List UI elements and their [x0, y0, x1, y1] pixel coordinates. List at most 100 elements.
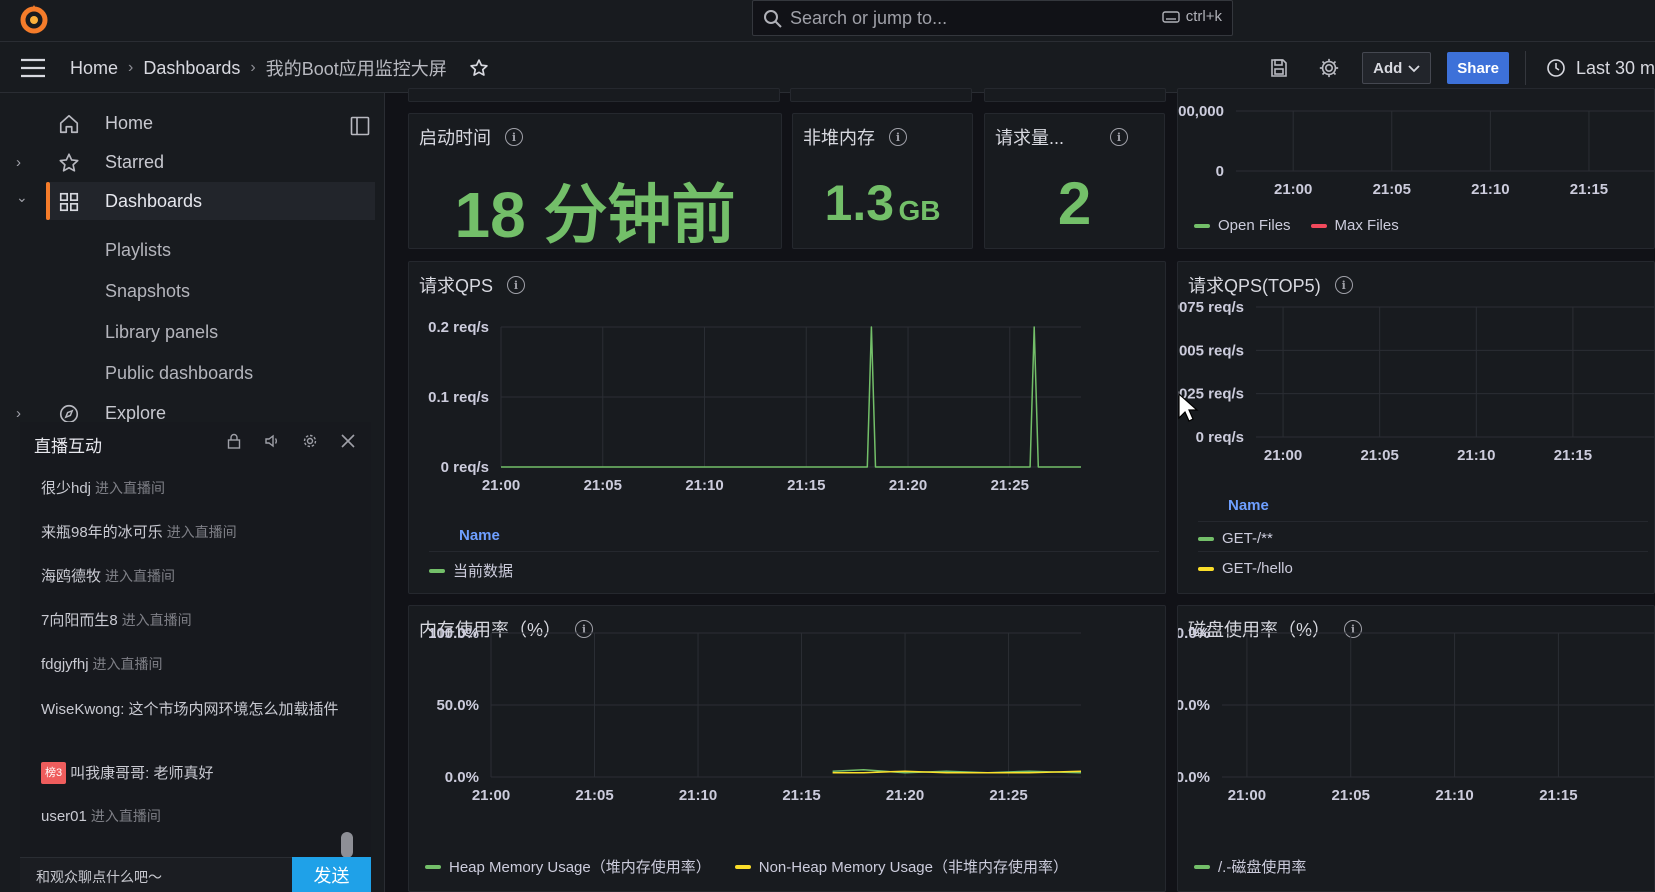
home-icon — [58, 113, 80, 140]
breadcrumb-home[interactable]: Home — [70, 58, 118, 79]
panel-open-files[interactable]: 500,000 0 21:00 21:05 21:10 21:15 Open Files … — [1177, 88, 1655, 249]
chat-input[interactable]: 和观众聊点什么吧～ — [20, 857, 292, 892]
breadcrumb-current-dashboard: 我的Boot应用监控大屏 — [265, 59, 447, 79]
time-range-label: Last 30 m — [1576, 57, 1655, 78]
chat-input-placeholder: 和观众聊点什么吧～ — [36, 869, 162, 885]
panel-nonheap-memory[interactable]: 非堆内存 i 1.3 GB — [792, 113, 973, 249]
time-range-picker[interactable]: Last 30 m — [1525, 51, 1655, 85]
panel-request-count[interactable]: 请求量... i 2 — [984, 113, 1165, 249]
legend-item[interactable]: Open Files — [1194, 217, 1291, 234]
save-icon[interactable] — [1262, 51, 1296, 85]
panel-partial — [984, 88, 1166, 102]
sidebar-item-starred[interactable]: › Starred — [0, 143, 375, 181]
legend-item[interactable]: GET-/hello — [1198, 551, 1648, 577]
panel-title-text: 非堆内存 — [803, 128, 875, 148]
toolbar: Add Share Last 30 m — [1262, 51, 1655, 85]
search-icon — [763, 9, 783, 34]
add-button[interactable]: Add — [1362, 52, 1432, 84]
x-tick-label: 21:20 — [889, 477, 927, 494]
panel-request-qps-top5[interactable]: 请求QPS(TOP5) i 0.0075 req/s0.005 req/s0.0… — [1177, 261, 1655, 594]
search-bar[interactable]: Search or jump to... ctrl+k — [752, 0, 1233, 36]
info-icon[interactable]: i — [1110, 128, 1129, 146]
qps-chart: 0.2 req/s 0.1 req/s 0 req/s21:00 21:05 21:10… — [428, 319, 1081, 494]
grafana-logo-icon[interactable] — [18, 3, 50, 35]
legend-item[interactable]: GET-/** — [1198, 521, 1648, 547]
panel-title: 请求量... i — [995, 124, 1129, 150]
x-tick-label: 21:00 — [1274, 181, 1312, 198]
chat-username: 来瓶98年的冰可乐 — [41, 524, 163, 541]
chat-message: 榜3 叫我康哥哥: 老师真好 — [41, 762, 341, 784]
legend-header[interactable]: Name — [1228, 497, 1269, 514]
chat-header: 直播互动 — [20, 422, 371, 462]
send-button[interactable]: 发送 — [292, 857, 371, 892]
chat-message: fdgjyfhj 进入直播间 — [41, 654, 341, 675]
legend-swatch — [1198, 536, 1214, 541]
chat-scrollbar[interactable] — [341, 832, 353, 858]
sidebar-subitem-public-dashboards[interactable]: Public dashboards — [105, 363, 253, 384]
legend-swatch — [1310, 223, 1327, 228]
star-icon[interactable] — [469, 58, 489, 78]
legend-swatch — [1194, 223, 1210, 228]
legend-item[interactable]: 当前数据 — [429, 551, 1159, 581]
chart-legend: Open Files Max Files — [1194, 217, 1399, 234]
legend-item[interactable]: Max Files — [1310, 217, 1399, 234]
legend-label: Heap Memory Usage（堆内存使用率） — [449, 859, 711, 876]
x-tick-label: 21:00 — [1228, 787, 1266, 804]
panel-disk-usage[interactable]: 磁盘使用率（%） i 100.0%50.0%0.0%21:0021:0521:1… — [1177, 605, 1655, 892]
panel-request-qps[interactable]: 请求QPS i 0.2 req/s 0.1 req/s 0 req/s 21:00 21… — [408, 261, 1166, 594]
lock-icon[interactable] — [225, 432, 243, 450]
chat-title: 直播互动 — [34, 437, 102, 456]
panel-memory-usage[interactable]: 内存使用率（%） i 100.0% 50.0% 0.0% 21:00 21:05 21:1… — [408, 605, 1166, 892]
sidebar-item-home[interactable]: Home — [0, 104, 375, 142]
info-icon[interactable]: i — [505, 128, 523, 146]
search-placeholder: Search or jump to... — [790, 8, 948, 28]
settings-gear-icon[interactable] — [1312, 51, 1346, 85]
x-tick-label: 21:15 — [1554, 447, 1592, 464]
x-tick-label: 21:05 — [575, 787, 613, 804]
y-tick-label: 0.0% — [445, 769, 479, 786]
legend-swatch — [429, 568, 445, 573]
stat-number: 1.3 — [824, 175, 895, 231]
legend-label: GET-/** — [1222, 530, 1273, 547]
y-tick-label: 50.0% — [1178, 697, 1210, 714]
chevron-right-icon[interactable]: › — [16, 154, 21, 171]
close-icon[interactable] — [339, 432, 357, 450]
sidebar-item-dashboards[interactable]: Dashboards — [46, 182, 375, 220]
menu-icon[interactable] — [20, 58, 46, 83]
dock-menu-icon[interactable] — [350, 116, 370, 141]
stat-value: 2 — [1057, 170, 1092, 237]
panel-title: 启动时间 i — [419, 124, 523, 150]
sidebar-subitem-snapshots[interactable]: Snapshots — [105, 281, 190, 302]
x-tick-label: 21:10 — [685, 477, 723, 494]
breadcrumb-dashboards[interactable]: Dashboards — [143, 58, 240, 79]
chevron-down-icon[interactable]: ⌄ — [16, 189, 28, 206]
legend-item[interactable]: Non-Heap Memory Usage（非堆内存使用率） — [734, 856, 1068, 877]
y-tick-label: 0.1 req/s — [428, 389, 489, 406]
star-icon — [58, 152, 80, 179]
panel-uptime[interactable]: 启动时间 i 18 分钟前 — [408, 113, 782, 249]
add-button-label: Add — [1373, 59, 1403, 77]
sidebar-subitem-library-panels[interactable]: Library panels — [105, 322, 218, 343]
x-tick-label: 21:10 — [679, 787, 717, 804]
gear-icon[interactable] — [301, 432, 319, 450]
info-icon[interactable]: i — [889, 128, 907, 146]
panel-partial — [790, 88, 972, 102]
legend-label: Open Files — [1218, 217, 1291, 234]
chevron-right-icon[interactable]: › — [16, 405, 21, 422]
chat-username: 海鸥德牧 — [41, 568, 102, 585]
breadcrumb-separator-icon: › — [250, 59, 256, 76]
chat-system-text: 进入直播间 — [166, 524, 237, 540]
speaker-icon[interactable] — [263, 432, 281, 450]
memory-chart: 100.0% 50.0% 0.0%21:00 21:05 21:10 21:15 21:20… — [428, 625, 1082, 804]
chat-username: 7向阳而生8 — [41, 612, 118, 629]
chat-message: 来瓶98年的冰可乐 进入直播间 — [41, 522, 341, 543]
legend-item[interactable]: /.-磁盘使用率 — [1194, 856, 1306, 877]
chat-username: WiseKwong: — [41, 701, 125, 718]
legend-header[interactable]: Name — [459, 527, 500, 544]
sidebar-subitem-playlists[interactable]: Playlists — [105, 240, 171, 261]
share-button[interactable]: Share — [1447, 52, 1509, 84]
chat-username: 很少hdj — [41, 480, 92, 497]
legend-item[interactable]: Heap Memory Usage（堆内存使用率） — [425, 856, 711, 877]
nav-bar: Home › Dashboards › 我的Boot应用监控大屏 Add Sha… — [0, 42, 1655, 93]
x-tick-label: 21:15 — [1570, 181, 1608, 198]
